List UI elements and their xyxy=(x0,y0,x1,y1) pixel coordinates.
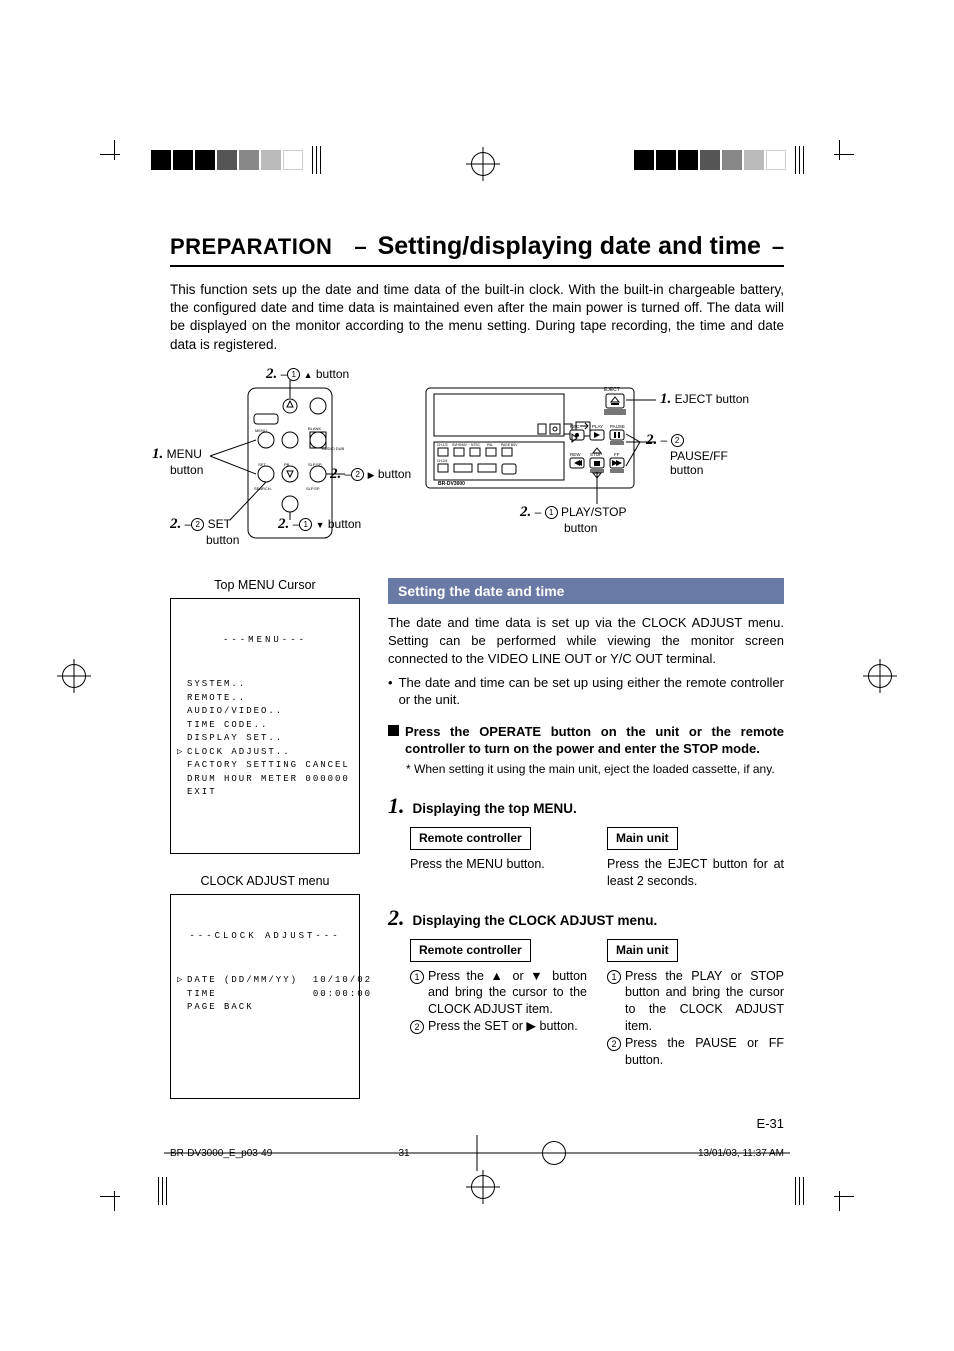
unit-diagram: CH-1/3 SVHS/MV NTSC PAL PAGE BSV CH-2/4 xyxy=(420,370,784,560)
remote-diagram: MENU BLANK AUDIO DUB SET PB. SLP.SP. SEA… xyxy=(170,370,400,560)
callout-eject: 1. EJECT button xyxy=(660,391,749,408)
svg-text:PAUSE: PAUSE xyxy=(610,424,625,429)
svg-text:EJECT: EJECT xyxy=(604,387,620,393)
osd-clock-adjust: ---CLOCK ADJUST--- DATE (DD/MM/YY) 10/10… xyxy=(170,894,360,1099)
numbered-line: 2Press the PAUSE or FF button. xyxy=(607,1035,784,1069)
registration-mark xyxy=(62,664,86,688)
crop-mark xyxy=(824,140,854,170)
callout-up: 2. –1 button xyxy=(266,366,349,383)
step-1: 1. Displaying the top MENU. xyxy=(388,793,784,819)
svg-text:SLP.SP.: SLP.SP. xyxy=(308,462,322,467)
numbered-line: 1Press the ▲ or ▼ button and bring the c… xyxy=(410,968,587,1019)
body-p1: The date and time data is set up via the… xyxy=(388,614,784,668)
callout-play-stop: 2. – 1 PLAY/STOP button xyxy=(520,504,627,535)
page-number: E-31 xyxy=(757,1116,784,1131)
svg-text:BR-DV3000: BR-DV3000 xyxy=(438,481,465,487)
svg-text:PLAY: PLAY xyxy=(592,424,603,429)
callout-down: 2. –1 button xyxy=(278,516,361,533)
main-label: Main unit xyxy=(607,939,678,961)
black-square-icon xyxy=(388,725,399,736)
intro-paragraph: This function sets up the date and time … xyxy=(170,281,784,354)
callout-pause-ff: 2. – 2 PAUSE/FF button xyxy=(646,432,728,477)
registration-mark xyxy=(471,1175,495,1199)
svg-text:PAGE BSV: PAGE BSV xyxy=(501,443,518,447)
svg-text:SVHS/MV: SVHS/MV xyxy=(452,443,468,447)
svg-text:PAL: PAL xyxy=(487,443,493,447)
svg-text:MENU: MENU xyxy=(255,428,267,433)
step1-main-body: Press the EJECT button for at least 2 se… xyxy=(607,856,784,890)
svg-text:SET: SET xyxy=(258,462,266,467)
svg-text:CH-1/3: CH-1/3 xyxy=(437,443,448,447)
page-title-row: PREPARATION – Setting/displaying date an… xyxy=(170,232,784,267)
osd2-caption: CLOCK ADJUST menu xyxy=(170,874,360,888)
asterisk-note: * When setting it using the main unit, e… xyxy=(406,762,784,778)
svg-text:NTSC: NTSC xyxy=(471,443,481,447)
svg-text:BLANK: BLANK xyxy=(308,426,321,431)
body-bullet: •The date and time can be set up using e… xyxy=(388,674,784,709)
osd1-caption: Top MENU Cursor xyxy=(170,578,360,592)
osd-top-menu: ---MENU--- SYSTEM..REMOTE..AUDIO/VIDEO..… xyxy=(170,598,360,854)
remote-label: Remote controller xyxy=(410,939,531,961)
numbered-line: 2Press the SET or ▶ button. xyxy=(410,1018,587,1035)
callout-set: 2. –2 SET button xyxy=(170,516,239,547)
svg-text:REC: REC xyxy=(570,424,580,429)
callout-right: 2. –2 button xyxy=(330,466,411,483)
step-2: 2. Displaying the CLOCK ADJUST menu. xyxy=(388,905,784,931)
svg-text:PB.: PB. xyxy=(284,462,290,467)
crop-mark xyxy=(824,1181,854,1211)
svg-text:FF: FF xyxy=(614,452,620,457)
main-label: Main unit xyxy=(607,827,678,849)
operate-instruction: Press the OPERATE button on the unit or … xyxy=(388,723,784,758)
callout-menu: 1. MENU button xyxy=(152,446,203,477)
svg-text:SLP.SP.: SLP.SP. xyxy=(306,486,320,491)
registration-mark xyxy=(868,664,892,688)
remote-label: Remote controller xyxy=(410,827,531,849)
section-bar: Setting the date and time xyxy=(388,578,784,604)
svg-text:AUDIO DUB: AUDIO DUB xyxy=(322,446,345,451)
step1-remote-body: Press the MENU button. xyxy=(410,856,587,873)
numbered-line: 1Press the PLAY or STOP button and bring… xyxy=(607,968,784,1036)
svg-text:REW: REW xyxy=(570,452,581,457)
page-title: – Setting/displaying date and time – xyxy=(350,232,788,261)
section-label: PREPARATION xyxy=(170,234,332,260)
print-footer: BR-DV3000_E_p03-49 31 13/01/03, 11:37 AM xyxy=(170,1141,784,1165)
svg-text:CH-2/4: CH-2/4 xyxy=(437,459,448,463)
svg-text:SEARCH-: SEARCH- xyxy=(254,486,273,491)
crop-mark xyxy=(100,1181,130,1211)
crop-mark xyxy=(100,140,130,170)
registration-mark xyxy=(471,152,495,176)
